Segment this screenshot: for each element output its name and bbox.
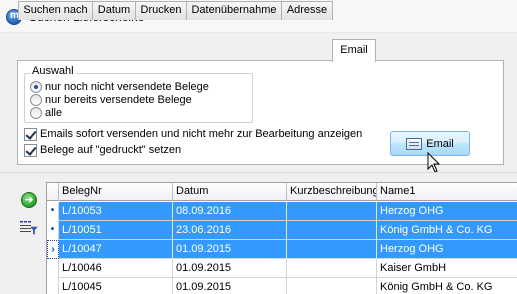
cell-datum: 01.09.2015 <box>173 278 287 294</box>
cell-datum: 08.09.2016 <box>173 202 287 221</box>
radio-all[interactable]: alle <box>30 106 62 119</box>
table-row[interactable]: • L/10053 08.09.2016 Herzog OHG <box>47 202 517 221</box>
tab-adresse[interactable]: Adresse <box>281 1 333 20</box>
radio-label: alle <box>45 106 63 119</box>
cell-name1: Herzog OHG <box>380 243 444 255</box>
auswahl-group-label: Auswahl <box>30 65 76 77</box>
cell-name1: König GmbH & Co. KG <box>380 281 493 293</box>
radio-button[interactable] <box>30 106 42 119</box>
cell-belegnr: L/10051 <box>59 221 173 240</box>
table-row[interactable]: › L/10047 01.09.2015 Herzog OHG <box>47 240 517 259</box>
table-row[interactable]: L/10045 01.09.2015 König GmbH & Co. KG <box>47 278 517 294</box>
radio-button[interactable] <box>30 80 42 93</box>
cell-name1: Herzog OHG <box>380 205 444 217</box>
cell-datum: 23.06.2016 <box>173 221 287 240</box>
results-grid: BelegNr Datum Kurzbeschreibung Name1 • L… <box>46 182 517 294</box>
mouse-pointer-icon <box>427 152 441 173</box>
checkbox[interactable] <box>24 127 37 141</box>
table-row[interactable]: L/10046 01.09.2015 Kaiser GmbH <box>47 259 517 278</box>
email-icon <box>406 137 423 150</box>
checkbox[interactable] <box>24 143 37 157</box>
tab-datum[interactable]: Datum <box>92 1 136 20</box>
cell-kurzbeschreibung <box>287 240 377 259</box>
tab-suchen-nach[interactable]: Suchen nach <box>18 1 93 20</box>
email-button-label: Email <box>426 137 454 150</box>
checkbox-mark-printed[interactable]: Belege auf "gedruckt" setzen <box>24 143 181 157</box>
cell-kurzbeschreibung <box>287 202 377 221</box>
cell-belegnr: L/10053 <box>59 202 173 221</box>
radio-label: nur noch nicht versendete Belege <box>45 80 209 93</box>
tab-datenuebernahme[interactable]: Datenübernahme <box>186 1 282 20</box>
filter-columns-icon[interactable] <box>19 218 39 236</box>
section-divider <box>0 172 517 173</box>
radio-button[interactable] <box>30 93 42 106</box>
header-belegnr[interactable]: BelegNr <box>59 183 173 201</box>
table-row[interactable]: • L/10051 23.06.2016 König GmbH & Co. KG <box>47 221 517 240</box>
row-indicator: • <box>47 202 59 221</box>
cell-kurzbeschreibung <box>287 278 377 294</box>
cell-datum: 01.09.2015 <box>173 240 287 259</box>
radio-not-sent[interactable]: nur noch nicht versendete Belege <box>30 80 209 93</box>
radio-label: nur bereits versendete Belege <box>45 93 192 106</box>
checkbox-label: Emails sofort versenden und nicht mehr z… <box>40 128 363 140</box>
cell-kurzbeschreibung <box>287 221 377 240</box>
checkbox-send-immediately[interactable]: Emails sofort versenden und nicht mehr z… <box>24 127 362 141</box>
header-kurzbeschreibung[interactable]: Kurzbeschreibung <box>287 183 377 201</box>
cell-belegnr: L/10047 <box>59 240 173 259</box>
row-indicator: • <box>47 221 59 240</box>
cell-datum: 01.09.2015 <box>173 259 287 278</box>
checkbox-label: Belege auf "gedruckt" setzen <box>40 144 182 156</box>
cell-name1: König GmbH & Co. KG <box>380 224 493 236</box>
tab-email[interactable]: Email <box>332 39 376 62</box>
radio-already-sent[interactable]: nur bereits versendete Belege <box>30 93 192 106</box>
tab-drucken[interactable]: Drucken <box>135 1 187 20</box>
header-datum[interactable]: Datum <box>173 183 287 201</box>
go-arrow-icon[interactable]: ➜ <box>21 192 37 208</box>
header-name1[interactable]: Name1 <box>377 183 517 201</box>
cell-kurzbeschreibung <box>287 259 377 278</box>
row-indicator <box>47 278 59 294</box>
row-indicator: › <box>47 240 59 259</box>
cell-name1: Kaiser GmbH <box>380 262 447 274</box>
cell-belegnr: L/10046 <box>59 259 173 278</box>
row-indicator <box>47 259 59 278</box>
grid-header: BelegNr Datum Kurzbeschreibung Name1 <box>47 183 517 201</box>
header-indicator <box>47 183 59 201</box>
cell-belegnr: L/10045 <box>59 278 173 294</box>
